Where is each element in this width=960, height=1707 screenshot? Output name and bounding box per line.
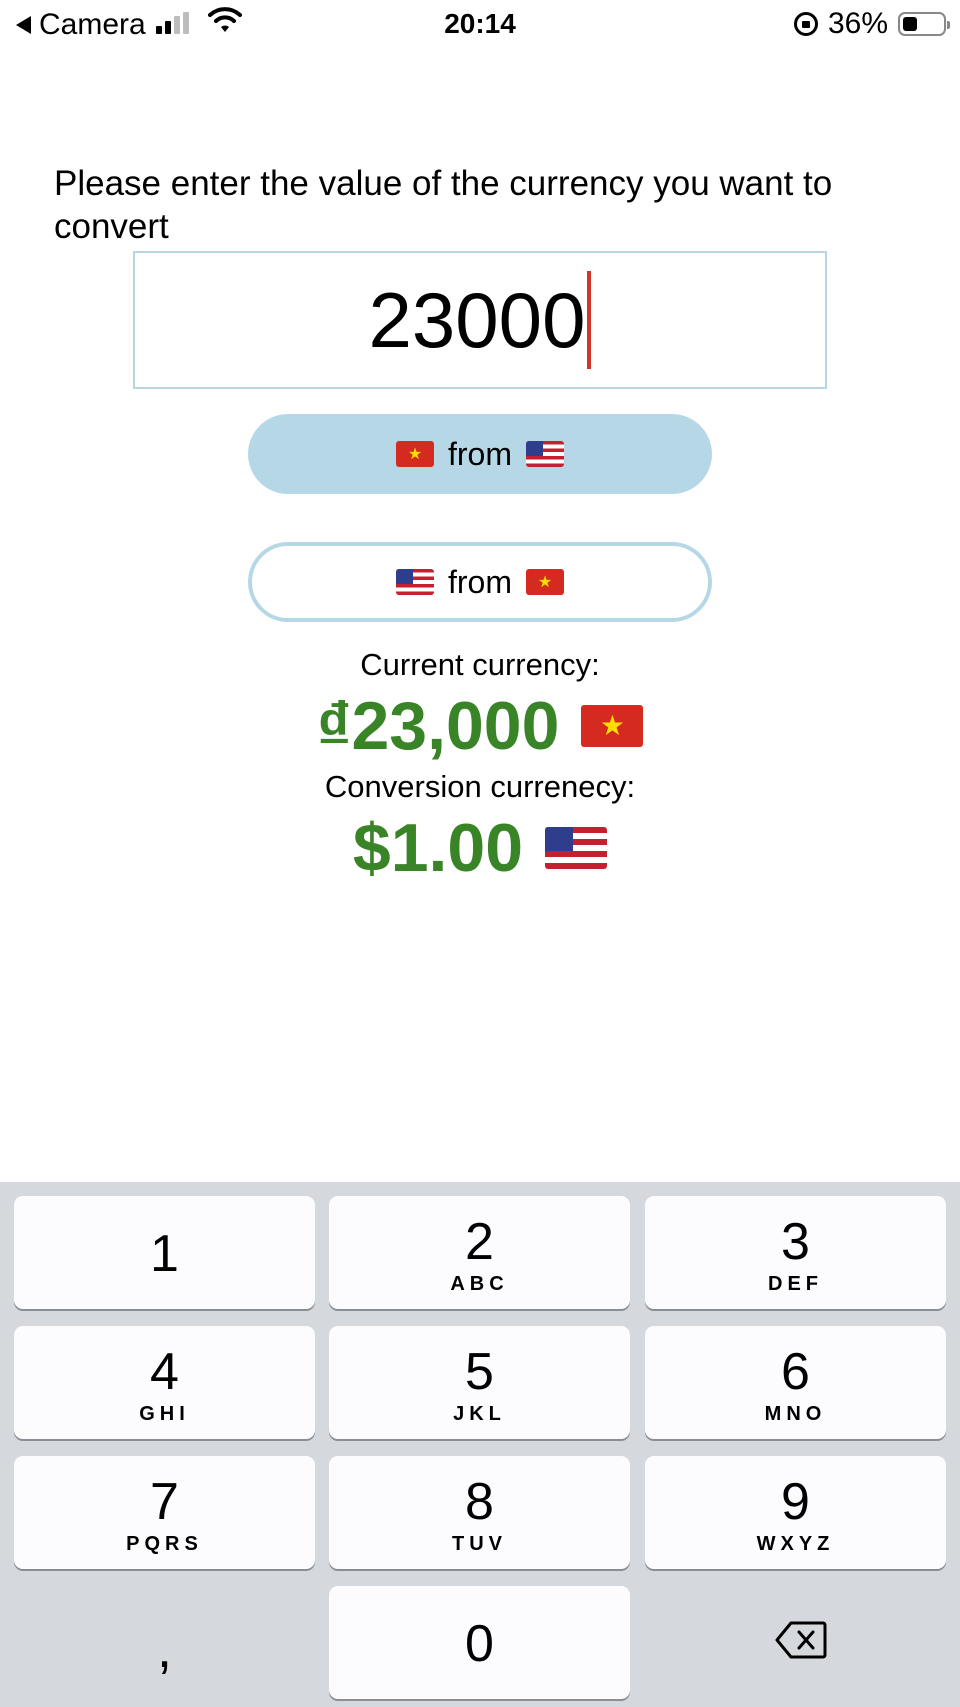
numeric-keyboard: 1 2 ABC 3 DEF 4 GHI 5 JKL 6 MNO 7 PQRS 8… — [0, 1182, 960, 1707]
amount-value: 23000 — [368, 276, 586, 364]
status-bar: Camera 20:14 36% — [0, 0, 960, 50]
key-4[interactable]: 4 GHI — [14, 1326, 315, 1439]
key-letters: DEF — [768, 1273, 823, 1295]
key-0[interactable]: 0 — [329, 1586, 630, 1699]
button-label: from — [448, 563, 512, 600]
key-digit: 3 — [781, 1213, 810, 1271]
key-9[interactable]: 9 WXYZ — [645, 1456, 946, 1569]
key-5[interactable]: 5 JKL — [329, 1326, 630, 1439]
key-letters: TUV — [452, 1533, 507, 1555]
battery-icon — [898, 12, 950, 36]
key-letters: WXYZ — [756, 1533, 835, 1555]
text-caret — [587, 271, 592, 369]
key-8[interactable]: 8 TUV — [329, 1456, 630, 1569]
key-2[interactable]: 2 ABC — [329, 1196, 630, 1309]
key-digit: 2 — [465, 1213, 494, 1271]
conversion-currency-value-row: $1.00 — [0, 808, 960, 888]
key-letters: JKL — [453, 1403, 506, 1425]
usd-from-vnd-button[interactable]: from ★ — [248, 542, 712, 622]
conversion-currency-value: $1.00 — [352, 810, 524, 886]
flag-usa-icon — [526, 441, 564, 467]
key-digit: 5 — [465, 1343, 494, 1401]
key-separator[interactable]: , — [14, 1586, 315, 1699]
button-label: from — [448, 435, 512, 472]
key-6[interactable]: 6 MNO — [645, 1326, 946, 1439]
key-letters: ABC — [450, 1273, 509, 1295]
vnd-from-usd-button[interactable]: ★ from — [248, 414, 712, 494]
flag-vietnam-icon: ★ — [526, 569, 564, 595]
key-7[interactable]: 7 PQRS — [14, 1456, 315, 1569]
current-currency-label: Current currency: — [360, 647, 600, 682]
backspace-icon[interactable] — [775, 1620, 827, 1660]
key-digit: 8 — [465, 1473, 494, 1531]
current-currency-value: ₫23,000 — [316, 688, 560, 764]
current-currency-value-row: ₫23,000 ★ — [0, 686, 960, 766]
key-digit: 4 — [150, 1343, 179, 1401]
flag-usa-icon — [545, 827, 608, 869]
key-letters: GHI — [139, 1403, 190, 1425]
battery-percent: 36% — [827, 7, 888, 40]
flag-vietnam-icon: ★ — [396, 441, 434, 467]
flag-vietnam-icon: ★ — [581, 705, 644, 747]
key-digit: 9 — [781, 1473, 810, 1531]
key-1[interactable]: 1 — [14, 1196, 315, 1309]
key-digit: 6 — [781, 1343, 810, 1401]
flag-usa-icon — [396, 569, 434, 595]
key-letters: PQRS — [126, 1533, 203, 1555]
amount-input[interactable]: 23000 — [133, 251, 827, 389]
key-digit: 7 — [150, 1473, 179, 1531]
key-letters: MNO — [764, 1403, 827, 1425]
key-digit: 0 — [465, 1615, 494, 1673]
orientation-lock-icon — [793, 12, 818, 36]
instruction-text: Please enter the value of the currency y… — [54, 164, 833, 246]
key-3[interactable]: 3 DEF — [645, 1196, 946, 1309]
conversion-currency-label: Conversion currenecy: — [324, 769, 636, 804]
key-digit: 1 — [150, 1225, 179, 1283]
status-right: 36% — [793, 6, 950, 42]
separator-glyph: , — [156, 1619, 172, 1679]
